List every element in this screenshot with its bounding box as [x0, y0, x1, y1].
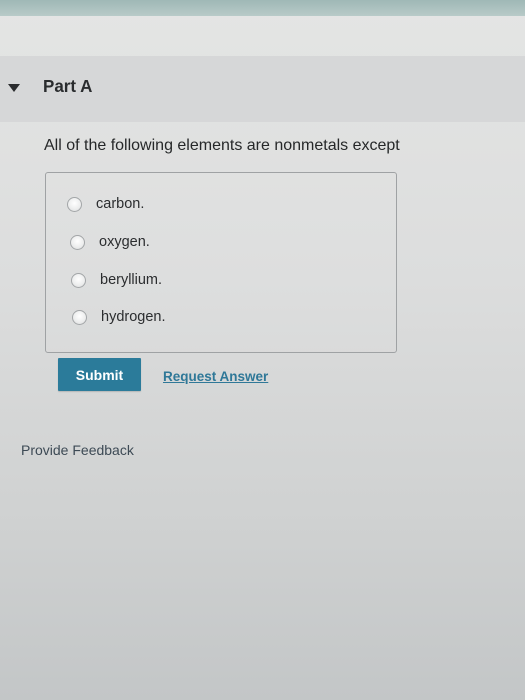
- collapse-toggle-icon[interactable]: [7, 82, 21, 94]
- option-label: hydrogen.: [101, 309, 166, 325]
- option-label: beryllium.: [100, 272, 163, 288]
- part-title: Part A: [43, 76, 93, 97]
- option-hydrogen[interactable]: hydrogen.: [72, 309, 166, 325]
- option-carbon[interactable]: carbon.: [67, 196, 144, 212]
- top-strip: [0, 0, 525, 16]
- option-label: oxygen.: [99, 234, 150, 250]
- request-answer-link[interactable]: Request Answer: [163, 369, 268, 384]
- provide-feedback-link[interactable]: Provide Feedback: [21, 442, 134, 458]
- option-oxygen[interactable]: oxygen.: [70, 234, 150, 250]
- radio-icon[interactable]: [70, 234, 85, 250]
- radio-icon[interactable]: [71, 272, 86, 288]
- question-text: All of the following elements are nonmet…: [44, 137, 400, 154]
- radio-icon[interactable]: [72, 309, 87, 325]
- option-beryllium[interactable]: beryllium.: [71, 272, 162, 288]
- submit-button[interactable]: Submit: [58, 358, 141, 391]
- radio-icon[interactable]: [67, 196, 82, 212]
- option-label: carbon.: [96, 196, 145, 212]
